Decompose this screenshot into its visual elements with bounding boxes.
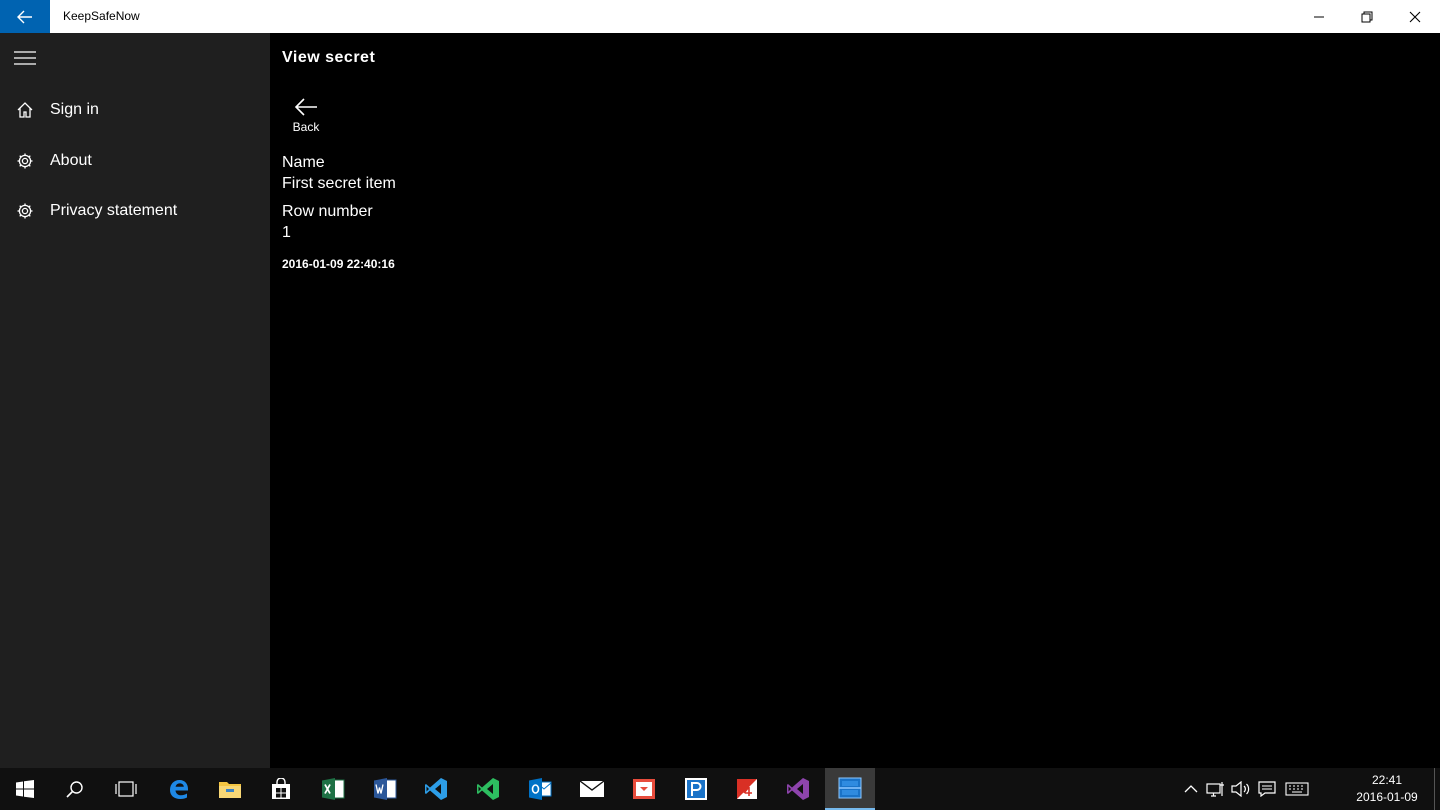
restore-button[interactable]	[1344, 0, 1390, 33]
taskbar-app-file-explorer[interactable]	[205, 768, 255, 810]
taskbar-app-vscode[interactable]	[411, 768, 461, 810]
hamburger-icon	[14, 51, 36, 65]
show-desktop-button[interactable]	[1434, 768, 1440, 810]
row-number-value: 1	[282, 224, 291, 241]
row-number-label: Row number	[282, 203, 373, 220]
notification-icon	[1258, 781, 1276, 797]
outlook-icon	[529, 778, 552, 800]
gear-icon	[0, 188, 50, 234]
sidebar-item-sign-in[interactable]: Sign in	[0, 87, 270, 133]
sidebar-item-privacy-statement[interactable]: Privacy statement	[0, 188, 270, 234]
taskbar-app-excel[interactable]	[308, 768, 358, 810]
window-title: KeepSafeNow	[63, 9, 140, 23]
excel-icon	[322, 778, 345, 800]
sidebar: Sign in About Privacy statement	[0, 33, 270, 768]
clock-date: 2016-01-09	[1356, 790, 1418, 804]
start-icon	[16, 780, 34, 798]
mail-icon	[579, 780, 605, 797]
taskbar-clock[interactable]: 22:41 2016-01-09	[1352, 772, 1422, 806]
arrow-left-icon	[17, 10, 32, 23]
keyboard-icon	[1285, 782, 1309, 796]
page-title: View secret	[282, 49, 376, 66]
hamburger-menu-button[interactable]	[0, 33, 50, 83]
taskbar-app-visual-studio-green[interactable]	[463, 768, 513, 810]
network-icon	[1206, 782, 1224, 797]
taskbar-app-store[interactable]	[256, 768, 306, 810]
taskbar-app-visual-studio[interactable]	[773, 768, 823, 810]
close-button[interactable]	[1392, 0, 1438, 33]
search-button[interactable]	[50, 768, 100, 810]
word-icon	[374, 778, 397, 800]
timestamp: 2016-01-09 22:40:16	[282, 257, 395, 271]
taskbar-app-mail[interactable]	[567, 768, 617, 810]
vscode-icon	[425, 778, 447, 800]
taskbar-app-edge[interactable]	[154, 768, 204, 810]
network-button[interactable]	[1204, 768, 1228, 810]
app-blue-icon	[685, 778, 707, 800]
app-red-icon	[633, 779, 655, 799]
taskbar-app-outlook[interactable]	[515, 768, 565, 810]
name-label: Name	[282, 154, 325, 171]
app-red2-icon	[737, 779, 757, 799]
clock-time: 22:41	[1371, 773, 1403, 787]
main-content: View secret Back Name First secret item …	[270, 33, 1440, 768]
chevron-up-icon	[1184, 785, 1198, 793]
taskbar-app-red-2[interactable]	[722, 768, 772, 810]
search-icon	[66, 781, 83, 798]
touch-keyboard-button[interactable]	[1284, 768, 1310, 810]
sidebar-item-label: Sign in	[50, 101, 99, 118]
taskbar: 22:41 2016-01-09	[0, 768, 1440, 810]
minimize-button[interactable]	[1296, 0, 1342, 33]
volume-button[interactable]	[1229, 768, 1253, 810]
volume-icon	[1231, 781, 1250, 797]
taskbar-app-word[interactable]	[360, 768, 410, 810]
restore-icon	[1361, 11, 1373, 22]
sidebar-item-label: Privacy statement	[50, 202, 178, 219]
close-icon	[1409, 11, 1421, 22]
edge-icon	[170, 780, 188, 799]
file-explorer-icon	[219, 782, 241, 798]
taskbar-app-red[interactable]	[619, 768, 669, 810]
visual-studio-icon	[787, 778, 809, 800]
back-button[interactable]: Back	[284, 97, 328, 143]
gear-icon	[0, 138, 50, 184]
sidebar-item-about[interactable]: About	[0, 138, 270, 184]
title-bar: KeepSafeNow	[0, 0, 1440, 33]
show-hidden-icons-button[interactable]	[1179, 768, 1203, 810]
keepsafenow-icon	[838, 777, 862, 799]
name-value: First secret item	[282, 175, 396, 192]
taskbar-app-keepsafenow[interactable]	[825, 768, 875, 810]
taskbar-app-blue[interactable]	[671, 768, 721, 810]
minimize-icon	[1314, 16, 1324, 17]
store-icon	[272, 778, 290, 799]
window-back-button[interactable]	[0, 0, 50, 33]
back-button-label: Back	[292, 120, 320, 134]
start-button[interactable]	[0, 768, 50, 810]
sidebar-item-label: About	[50, 152, 92, 169]
home-icon	[0, 87, 50, 133]
task-view-button[interactable]	[101, 768, 151, 810]
visual-studio-green-icon	[477, 778, 499, 800]
arrow-left-icon	[294, 98, 317, 116]
action-center-button[interactable]	[1255, 768, 1279, 810]
task-view-icon	[115, 781, 137, 797]
